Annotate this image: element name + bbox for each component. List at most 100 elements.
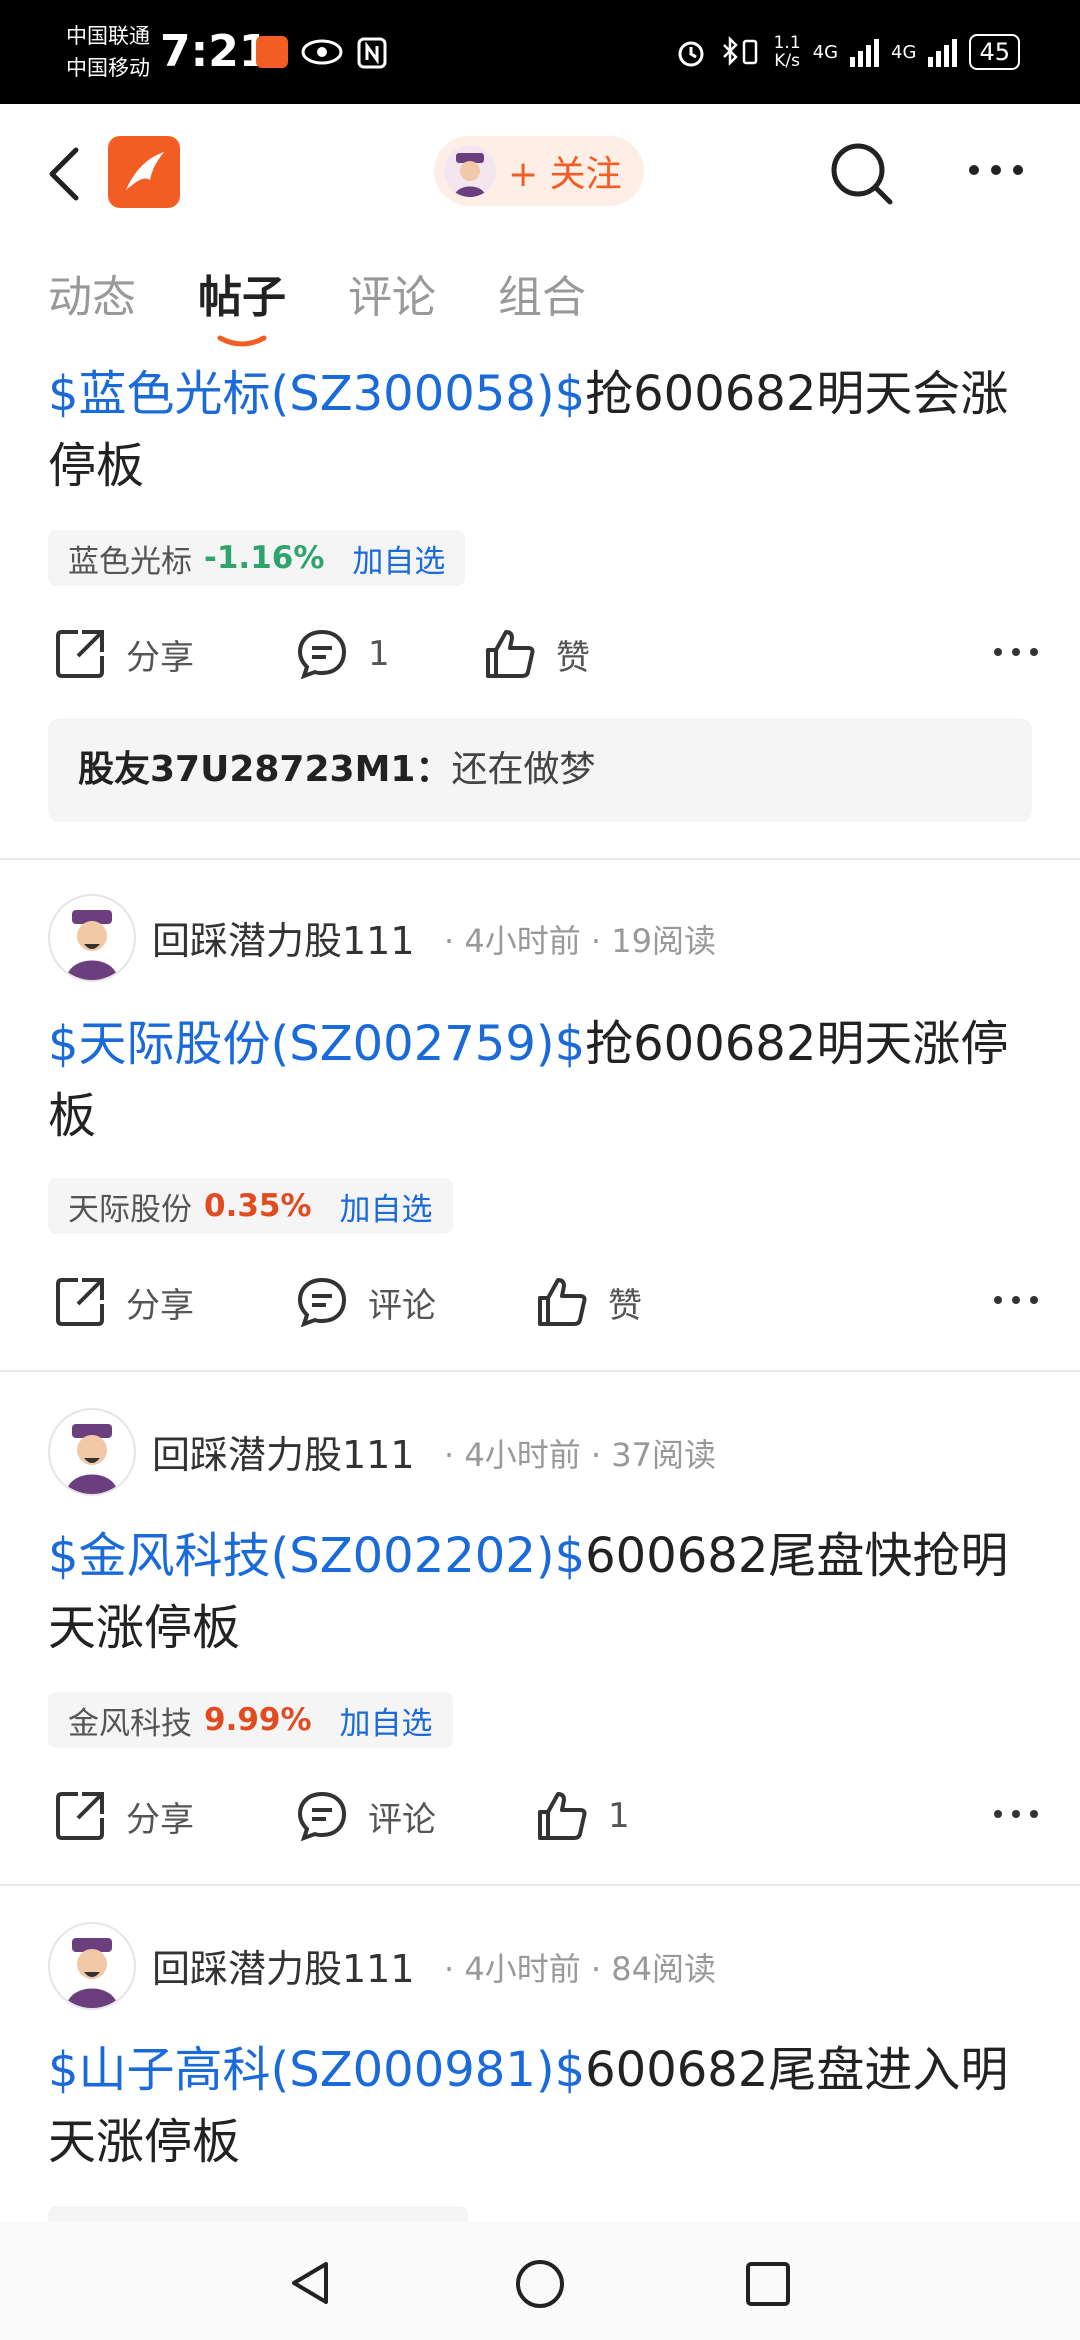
signal-icon-2: [928, 37, 958, 67]
stock-chip[interactable]: 蓝色光标 -1.16% 加自选: [48, 530, 466, 586]
comment-button[interactable]: 评论: [294, 1262, 436, 1342]
back-nav-icon[interactable]: [286, 2258, 336, 2308]
share-label: 分享: [126, 1799, 194, 1840]
stock-chip[interactable]: 金风科技 9.99% 加自选: [48, 1692, 453, 1748]
alarm-icon: [678, 41, 704, 67]
stock-chip[interactable]: 天际股份 0.35% 加自选: [48, 1178, 453, 1234]
net-type-2: 4G: [891, 41, 917, 63]
avatar: [444, 145, 496, 197]
signal-icon-1: [850, 37, 880, 67]
network-speed: 1.1 K/s: [774, 34, 801, 70]
eye-icon: [301, 39, 343, 65]
more-icon[interactable]: [966, 158, 1026, 182]
comment-icon: [297, 1791, 347, 1842]
status-bar: 中国联通 中国移动 7:21 1.1 K/s 4G 4G 45: [0, 0, 1080, 104]
like-label: 赞: [608, 1285, 642, 1326]
reply-separator: ：: [415, 749, 452, 790]
divider: [0, 858, 1080, 860]
comment-icon: [297, 1277, 347, 1328]
comment-count: 1: [368, 634, 390, 674]
stock-chip-partial: [48, 2206, 468, 2222]
post-actions: 分享 评论 1: [0, 1776, 1080, 1856]
author-name[interactable]: 回踩潜力股111: [152, 1938, 415, 1993]
post-author[interactable]: 回踩潜力股111 · 4小时前 · 19阅读: [48, 894, 1048, 984]
share-icon: [56, 630, 104, 678]
post-more-icon[interactable]: [992, 1804, 1040, 1824]
search-icon[interactable]: [828, 140, 896, 208]
stock-tag[interactable]: $蓝色光标(SZ300058)$: [48, 366, 585, 422]
stock-tag[interactable]: $天际股份(SZ002759)$: [48, 1016, 585, 1072]
app-header: + 关注: [0, 104, 1080, 244]
bluetooth-vibrate-icon: [722, 35, 757, 67]
carrier-1: 中国联通: [66, 24, 150, 48]
post-title[interactable]: $蓝色光标(SZ300058)$抢600682明天会涨停板: [48, 358, 1038, 502]
comment-button[interactable]: 评论: [294, 1776, 436, 1856]
chip-stock-name: 金风科技: [68, 1705, 192, 1742]
like-count: 1: [608, 1796, 630, 1836]
stock-tag[interactable]: $金风科技(SZ002202)$: [48, 1528, 585, 1584]
chip-stock-name: 蓝色光标: [68, 543, 192, 580]
battery-indicator: 45: [969, 34, 1020, 70]
post-title[interactable]: $金风科技(SZ002202)$600682尾盘快抢明天涨停板: [48, 1520, 1038, 1664]
home-nav-icon[interactable]: [514, 2258, 566, 2310]
post-actions: 分享 评论 赞: [0, 1262, 1080, 1342]
follow-button[interactable]: + 关注: [434, 136, 644, 206]
chip-change: -1.16%: [204, 540, 325, 576]
tab-posts[interactable]: 帖子: [198, 268, 286, 328]
post-more-icon[interactable]: [992, 642, 1040, 662]
comment-icon: [297, 629, 347, 680]
comment-button[interactable]: 1: [294, 614, 390, 694]
clock: 7:21: [160, 26, 270, 77]
post-more-icon[interactable]: [992, 1290, 1040, 1310]
comment-label: 评论: [368, 1285, 436, 1326]
carrier-labels: 中国联通 中国移动: [66, 20, 150, 84]
share-button[interactable]: 分享: [52, 1776, 194, 1856]
share-button[interactable]: 分享: [52, 614, 194, 694]
share-label: 分享: [126, 637, 194, 678]
stock-tag[interactable]: $山子高科(SZ000981)$: [48, 2042, 585, 2098]
reply-preview[interactable]: 股友37U28723M1：还在做梦: [48, 718, 1032, 822]
tab-comments[interactable]: 评论: [348, 268, 436, 328]
share-button[interactable]: 分享: [52, 1262, 194, 1342]
avatar[interactable]: [48, 1408, 136, 1496]
post-title[interactable]: $山子高科(SZ000981)$600682尾盘进入明天涨停板: [48, 2034, 1038, 2178]
share-icon: [56, 1278, 104, 1326]
post-meta: · 4小时前 · 84阅读: [444, 1950, 716, 1988]
profile-tabs: 动态 帖子 评论 组合: [0, 250, 1080, 350]
speed-unit: K/s: [774, 51, 800, 71]
add-watchlist-button[interactable]: 加自选: [340, 1698, 433, 1743]
post-author[interactable]: 回踩潜力股111 · 4小时前 · 84阅读: [48, 1922, 1048, 2012]
post-meta: · 4小时前 · 19阅读: [444, 922, 716, 960]
divider: [0, 1884, 1080, 1886]
chip-stock-name: 天际股份: [68, 1191, 192, 1228]
avatar[interactable]: [48, 894, 136, 982]
author-name[interactable]: 回踩潜力股111: [152, 910, 415, 965]
avatar[interactable]: [48, 1922, 136, 2010]
reply-text: 还在做梦: [451, 749, 596, 790]
post-title[interactable]: $天际股份(SZ002759)$抢600682明天涨停板: [48, 1008, 1038, 1152]
like-icon: [538, 1278, 587, 1326]
like-icon: [538, 1792, 587, 1840]
tab-portfolio[interactable]: 组合: [498, 268, 586, 328]
speed-value: 1.1: [773, 33, 801, 53]
like-button[interactable]: 赞: [482, 614, 590, 694]
tab-dynamics[interactable]: 动态: [48, 268, 136, 328]
like-button[interactable]: 赞: [534, 1262, 642, 1342]
net-type-1: 4G: [812, 41, 839, 63]
like-icon: [486, 630, 535, 678]
back-icon[interactable]: [42, 144, 88, 204]
add-watchlist-button[interactable]: 加自选: [340, 1184, 433, 1229]
like-button[interactable]: 1: [534, 1776, 630, 1856]
share-icon: [56, 1792, 104, 1840]
author-name[interactable]: 回踩潜力股111: [152, 1424, 415, 1479]
add-watchlist-button[interactable]: 加自选: [352, 536, 445, 581]
system-nav-bar: [0, 2222, 1080, 2340]
notification-app-icon: [256, 36, 288, 68]
post-author[interactable]: 回踩潜力股111 · 4小时前 · 37阅读: [48, 1408, 1048, 1498]
follow-label: + 关注: [508, 154, 622, 195]
recents-nav-icon[interactable]: [744, 2260, 792, 2308]
chip-change: 9.99%: [204, 1702, 312, 1738]
status-right: 1.1 K/s 4G 4G 45: [676, 30, 1020, 74]
divider: [0, 1370, 1080, 1372]
tab-active-indicator: [217, 335, 267, 347]
